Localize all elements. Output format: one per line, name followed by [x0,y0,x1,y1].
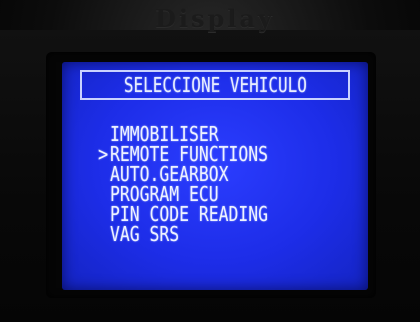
lcd-screen: SELECCIONE VEHICULO IMMOBILISER > REMOTE… [62,62,368,290]
menu-item-program-ecu[interactable]: PROGRAM ECU [98,184,303,204]
screen-title-box: SELECCIONE VEHICULO [80,70,350,100]
menu-list: IMMOBILISER > REMOTE FUNCTIONS AUTO.GEAR… [98,124,303,244]
menu-item-label: AUTO.GEARBOX [110,162,229,186]
menu-item-label: REMOTE FUNCTIONS [110,142,268,166]
menu-item-pin-code-reading[interactable]: PIN CODE READING [98,204,303,224]
selection-cursor-icon: > [98,142,109,166]
menu-item-vag-srs[interactable]: VAG SRS [98,224,303,244]
menu-item-label: PROGRAM ECU [110,182,219,206]
device-photo: Display SELECCIONE VEHICULO IMMOBILISER … [0,0,420,322]
menu-item-immobiliser[interactable]: IMMOBILISER [98,124,303,144]
screen-title: SELECCIONE VEHICULO [123,73,307,97]
menu-item-label: PIN CODE READING [110,202,268,226]
device-label: Display [155,4,275,33]
menu-item-remote-functions[interactable]: > REMOTE FUNCTIONS [98,144,303,164]
menu-item-label: IMMOBILISER [110,122,219,146]
menu-item-auto-gearbox[interactable]: AUTO.GEARBOX [98,164,303,184]
menu-item-label: VAG SRS [110,222,180,246]
